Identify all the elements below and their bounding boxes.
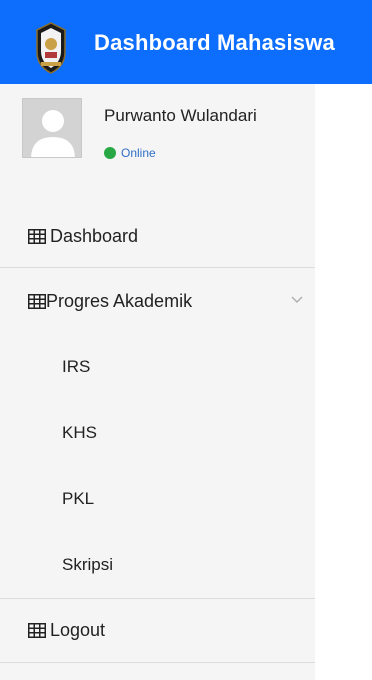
sidebar-menu: Dashboard Progres Akademik IRS KHS PKL S… bbox=[0, 204, 315, 663]
app-header: Dashboard Mahasiswa bbox=[0, 0, 372, 84]
sidebar-item-dashboard[interactable]: Dashboard bbox=[0, 204, 315, 268]
sidebar-item-progres-akademik[interactable]: Progres Akademik bbox=[0, 268, 315, 334]
sidebar-item-label: Progres Akademik bbox=[46, 290, 193, 311]
user-avatar-icon bbox=[22, 98, 82, 158]
submenu-item-khs[interactable]: KHS bbox=[0, 400, 315, 466]
sidebar: Purwanto Wulandari Online Dashboard Prog… bbox=[0, 84, 315, 680]
table-icon bbox=[28, 623, 46, 638]
university-emblem-icon[interactable] bbox=[32, 22, 70, 74]
submenu-item-pkl[interactable]: PKL bbox=[0, 466, 315, 532]
status-text: Online bbox=[121, 146, 156, 160]
sidebar-item-logout[interactable]: Logout bbox=[0, 599, 315, 663]
app-title: Dashboard Mahasiswa bbox=[94, 30, 335, 55]
table-icon bbox=[28, 228, 46, 244]
user-name: Purwanto Wulandari bbox=[104, 106, 257, 125]
table-icon bbox=[28, 293, 46, 309]
online-dot-icon bbox=[104, 147, 116, 159]
submenu-item-skripsi[interactable]: Skripsi bbox=[0, 532, 315, 598]
chevron-down-icon[interactable] bbox=[289, 292, 305, 308]
sidebar-item-label: Logout bbox=[50, 620, 106, 640]
sidebar-item-label: Dashboard bbox=[50, 225, 139, 246]
submenu-item-irs[interactable]: IRS bbox=[0, 334, 315, 400]
status-badge: Online bbox=[104, 146, 156, 160]
user-panel: Purwanto Wulandari Online bbox=[0, 84, 315, 172]
progres-submenu: IRS KHS PKL Skripsi bbox=[0, 334, 315, 599]
